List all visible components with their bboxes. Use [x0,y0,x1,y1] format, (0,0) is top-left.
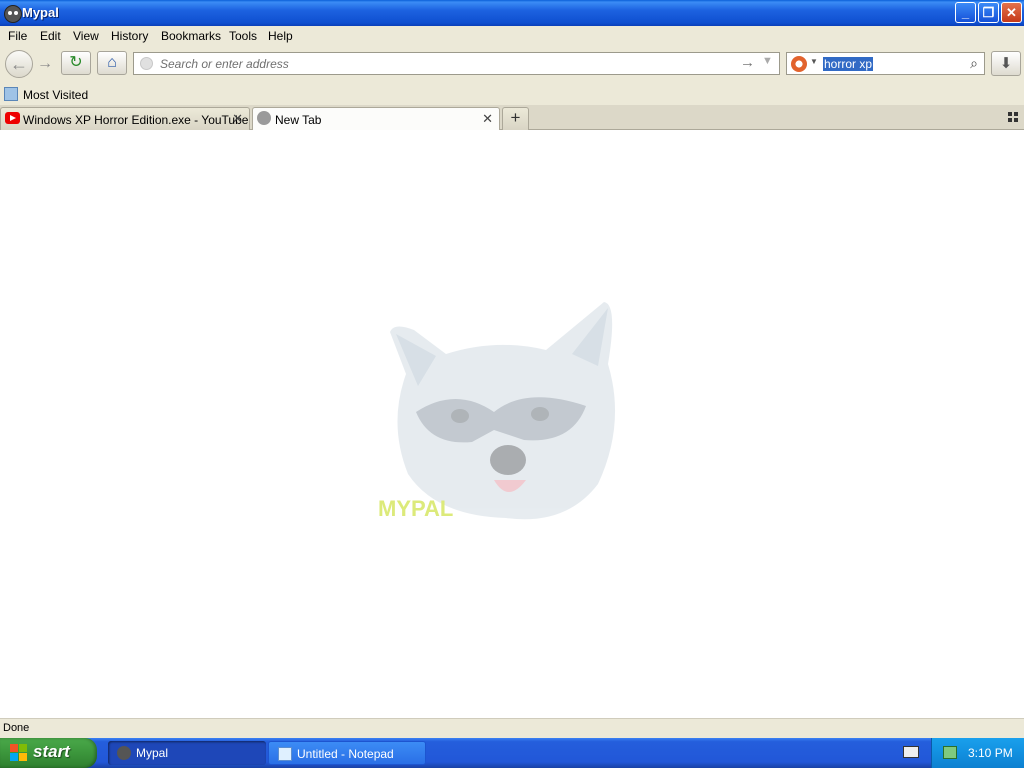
close-button[interactable]: ✕ [1001,2,1022,23]
tab-youtube[interactable]: Windows XP Horror Edition.exe - YouTube … [0,107,250,130]
home-icon: ⌂ [107,54,117,71]
taskbar-item-label: Mypal [136,746,169,760]
status-text: Done [3,722,30,734]
address-bar[interactable]: → ▼ [133,52,780,75]
new-tab-button[interactable]: + [502,107,529,130]
globe-icon [140,57,153,70]
raccoon-icon [117,746,131,760]
windows-logo-icon [10,744,28,762]
start-button[interactable]: start [0,738,97,768]
start-label: start [33,742,70,761]
taskbar: start Mypal Untitled - Notepad 3:10 PM [0,738,1024,768]
menu-tools[interactable]: Tools [229,29,257,43]
keyboard-layout-icon[interactable] [903,746,919,758]
go-arrow-icon[interactable]: → [740,54,755,71]
bookmark-most-visited[interactable]: Most Visited [23,88,88,102]
address-input[interactable] [158,55,722,73]
home-button[interactable]: ⌂ [97,51,127,75]
title-bar[interactable]: Mypal _ ❐ ✕ [0,0,1024,26]
network-icon[interactable] [943,746,957,759]
bookmark-folder-icon [4,87,18,101]
youtube-icon [5,112,20,124]
bookmarks-toolbar: Most Visited [0,84,1024,105]
page-content: MYPAL [0,130,1024,718]
plus-icon: + [510,108,521,127]
taskbar-item-notepad[interactable]: Untitled - Notepad [268,741,426,765]
menu-history[interactable]: History [111,29,148,43]
system-tray: 3:10 PM [931,738,1024,768]
restore-button[interactable]: ❐ [978,2,999,23]
history-dropdown-icon[interactable]: ▼ [762,55,773,67]
clock[interactable]: 3:10 PM [968,746,1013,760]
navigation-bar: ← → ↻ ⌂ → ▼ ▼ horror xp ⌕ ⬇ [0,46,1024,84]
logo-text: MYPAL [378,496,453,521]
tab-title: Windows XP Horror Edition.exe - YouTube [23,113,249,127]
download-arrow-icon: ⬇ [999,55,1013,72]
mypal-raccoon-logo: MYPAL [378,302,616,521]
window-title: Mypal [22,5,59,20]
tab-list-button[interactable] [1008,112,1018,122]
menu-file[interactable]: File [8,29,27,43]
forward-button[interactable]: → [34,54,56,74]
search-bar[interactable]: ▼ horror xp ⌕ [786,52,985,75]
menu-view[interactable]: View [73,29,99,43]
taskbar-item-label: Untitled - Notepad [297,747,394,761]
downloads-button[interactable]: ⬇ [991,51,1021,76]
forward-arrow-icon: → [37,55,53,72]
search-engine-icon[interactable] [791,56,807,72]
close-tab-icon[interactable]: ✕ [482,111,493,127]
menu-edit[interactable]: Edit [40,29,61,43]
tab-title: New Tab [275,113,322,127]
search-icon[interactable]: ⌕ [970,55,978,72]
close-tab-icon[interactable]: ✕ [232,111,243,127]
taskbar-item-mypal[interactable]: Mypal [108,741,266,765]
back-button[interactable]: ← [5,50,33,78]
menu-bar: File Edit View History Bookmarks Tools H… [0,26,1024,46]
minimize-button[interactable]: _ [955,2,976,23]
chevron-down-icon[interactable]: ▼ [810,57,818,66]
search-input[interactable]: horror xp [823,57,874,71]
notepad-icon [278,747,292,761]
globe-icon [257,111,271,125]
back-arrow-icon: ← [10,54,28,74]
reload-button[interactable]: ↻ [61,51,91,75]
tab-strip: Windows XP Horror Edition.exe - YouTube … [0,105,1024,131]
raccoon-icon [4,5,22,23]
menu-help[interactable]: Help [268,29,293,43]
tab-new-tab[interactable]: New Tab ✕ [252,107,500,131]
reload-icon: ↻ [69,54,83,71]
status-bar: Done [0,718,1024,738]
menu-bookmarks[interactable]: Bookmarks [161,29,221,43]
